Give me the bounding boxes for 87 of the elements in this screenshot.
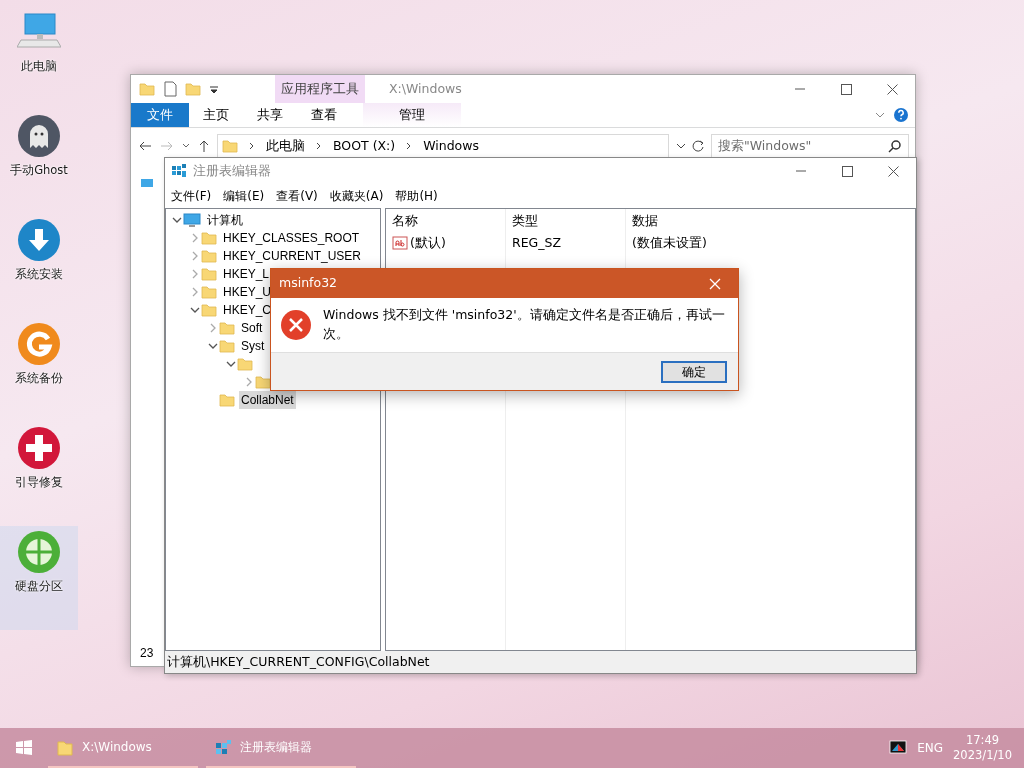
breadcrumb[interactable]: Windows: [423, 136, 479, 156]
table-cell-text: (默认): [410, 233, 446, 252]
menu-item[interactable]: 编辑(E): [217, 187, 271, 205]
tree-item[interactable]: Soft: [239, 319, 265, 337]
error-message: Windows 找不到文件 'msinfo32'。请确定文件名是否正确后，再试一次。: [323, 306, 726, 343]
column-header[interactable]: 名称: [386, 209, 505, 233]
g-letter-icon: [17, 322, 61, 366]
shortcut-label: 引导修复: [15, 474, 63, 491]
menu-item[interactable]: 帮助(H): [389, 187, 444, 205]
desktop-shortcut[interactable]: 此电脑: [0, 6, 78, 110]
folder-icon: [201, 284, 217, 300]
shortcut-label: 此电脑: [21, 58, 57, 75]
folder-icon: [219, 320, 235, 336]
ribbon-tab[interactable]: 共享: [243, 103, 297, 127]
tree-item[interactable]: HKEY_CURRENT_USER: [221, 247, 364, 265]
folder-icon: [219, 392, 235, 408]
context-tab-group: 应用程序工具: [275, 75, 365, 103]
tree-item[interactable]: HKEY_CLASSES_ROOT: [221, 229, 362, 247]
table-cell-text: REG_SZ: [512, 233, 562, 252]
status-bar: 计算机\HKEY_CURRENT_CONFIG\CollabNet: [165, 651, 916, 673]
close-icon: [708, 276, 722, 291]
display-icon[interactable]: [889, 740, 908, 756]
refresh-icon[interactable]: [691, 138, 705, 154]
desktop-shortcut[interactable]: 手动Ghost: [0, 110, 78, 214]
plus-icon: [17, 426, 61, 470]
document-icon[interactable]: [163, 81, 177, 97]
breadcrumb[interactable]: BOOT (X:): [333, 136, 396, 156]
item-count: 23: [140, 645, 155, 662]
folder-icon: [237, 356, 253, 372]
tree-item[interactable]: 计算机: [205, 211, 245, 229]
desktop-shortcut[interactable]: 硬盘分区: [0, 526, 78, 630]
maximize-icon: [841, 165, 853, 177]
close-icon: [887, 165, 899, 177]
windows-logo-icon: [15, 739, 33, 757]
folder-icon: [201, 302, 217, 318]
registry-icon: [214, 738, 232, 756]
computer-icon: [140, 178, 154, 190]
tree-item[interactable]: HKEY_C: [221, 301, 274, 319]
partition-icon: [17, 530, 61, 574]
minimize-icon: [796, 170, 806, 172]
menu-item[interactable]: 收藏夹(A): [323, 187, 390, 205]
tree-item[interactable]: HKEY_U: [221, 283, 274, 301]
column-header[interactable]: 类型: [506, 209, 625, 233]
shortcut-label: 系统安装: [15, 266, 63, 283]
search-icon: [888, 139, 902, 153]
up-arrow-icon[interactable]: [197, 138, 211, 154]
download-icon: [17, 218, 61, 262]
ribbon-tab[interactable]: 查看: [297, 103, 351, 127]
desktop-shortcut[interactable]: 引导修复: [0, 422, 78, 526]
folder-icon: [219, 338, 235, 354]
table-cell-text: (数值未设置): [632, 233, 707, 252]
shortcut-label: 硬盘分区: [15, 578, 63, 595]
breadcrumb[interactable]: 此电脑: [266, 136, 305, 156]
window-title: 注册表编辑器: [193, 161, 272, 180]
clock-time: 17:49: [965, 733, 1000, 748]
desktop-shortcut[interactable]: 系统安装: [0, 214, 78, 318]
string-value-icon: [392, 236, 408, 250]
window-title: X:\Windows: [388, 79, 463, 98]
folder-icon: [222, 138, 238, 154]
menu-item[interactable]: 文件(F): [165, 187, 218, 205]
folder-icon[interactable]: [185, 81, 201, 97]
folder-icon: [201, 266, 217, 282]
error-icon: [281, 310, 311, 340]
folder-icon: [201, 248, 217, 264]
registry-icon: [171, 163, 187, 179]
column-header[interactable]: 数据: [626, 209, 915, 233]
folder-icon: [56, 738, 74, 756]
ribbon-tab[interactable]: 文件: [131, 103, 189, 127]
tree-item[interactable]: HKEY_L: [221, 265, 272, 283]
minimize-icon: [795, 88, 805, 90]
ribbon-tab[interactable]: 主页: [189, 103, 243, 127]
shortcut-label: 手动Ghost: [10, 162, 68, 179]
dialog-title: msinfo32: [279, 274, 338, 293]
tree-item[interactable]: Syst: [239, 337, 267, 355]
close-icon: [886, 83, 898, 95]
maximize-icon: [840, 83, 852, 95]
desktop-shortcut[interactable]: 系统备份: [0, 318, 78, 422]
search-placeholder: 搜索"Windows": [718, 136, 812, 155]
ok-button[interactable]: 确定: [661, 360, 727, 383]
menu-item[interactable]: 查看(V): [270, 187, 324, 205]
tree-item[interactable]: CollabNet: [239, 391, 296, 409]
clock-date: 2023/1/10: [953, 748, 1012, 763]
shortcut-label: 系统备份: [15, 370, 63, 387]
folder-icon: [201, 230, 217, 246]
folder-icon[interactable]: [139, 81, 155, 97]
computer-icon: [183, 212, 201, 228]
ghost-icon: [17, 114, 61, 158]
